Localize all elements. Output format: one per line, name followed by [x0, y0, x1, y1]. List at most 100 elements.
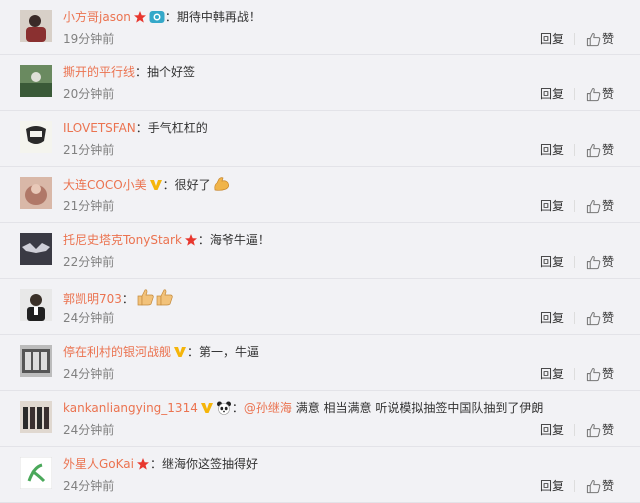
action-divider [574, 144, 575, 156]
comment-timestamp: 24分钟前 [63, 423, 115, 437]
avatar[interactable] [20, 289, 52, 321]
comment-item: 托尼史塔克TonyStark ：海爷牛逼！ 22分钟前 回复 赞 [0, 223, 640, 279]
avatar[interactable] [20, 233, 52, 265]
reply-button[interactable]: 回复 [540, 31, 564, 47]
like-label: 赞 [602, 87, 615, 101]
comment-line: 大连COCO小美 ：很好了 [63, 176, 231, 196]
reply-button[interactable]: 回复 [540, 310, 564, 326]
like-label: 赞 [602, 311, 615, 325]
reply-button[interactable]: 回复 [540, 254, 564, 270]
like-button[interactable]: 赞 [586, 141, 614, 161]
reply-button[interactable]: 回复 [540, 198, 564, 214]
red-star-badge-icon [184, 233, 198, 251]
thumbs-up-emoji-icon [136, 288, 176, 310]
comment-timestamp: 24分钟前 [63, 367, 115, 381]
username-link[interactable]: 外星人GoKai [63, 457, 134, 471]
username-link[interactable]: 撕开的平行线 [63, 65, 135, 79]
comment-timestamp: 24分钟前 [63, 479, 115, 493]
avatar[interactable] [20, 177, 52, 209]
like-button[interactable]: 赞 [586, 365, 614, 385]
comment-text-continued: 满意 相当满意 听说模拟抽签中国队抽到了伊朗 [291, 401, 544, 415]
thumbs-up-icon [586, 311, 601, 329]
username-link[interactable]: 小方哥jason [63, 10, 131, 24]
gold-v-badge-icon [149, 178, 163, 196]
like-button[interactable]: 赞 [586, 477, 614, 497]
avatar[interactable] [20, 10, 52, 42]
thumbs-up-icon [586, 32, 601, 50]
reply-button[interactable]: 回复 [540, 478, 564, 494]
comment-item: 外星人GoKai ：继海你这签抽得好 24分钟前 回复 赞 [0, 447, 640, 503]
comment-item: 大连COCO小美 ：很好了 21分钟前 回复 赞 [0, 167, 640, 223]
like-label: 赞 [602, 479, 615, 493]
username-link[interactable]: ILOVETSFAN [63, 121, 136, 135]
username-link[interactable]: 郭凯明703 [63, 292, 122, 306]
comment-text: ： [121, 292, 134, 306]
comment-timestamp: 22分钟前 [63, 255, 115, 269]
avatar[interactable] [20, 457, 52, 489]
username-link[interactable]: 大连COCO小美 [63, 178, 147, 192]
comment-timestamp: 19分钟前 [63, 32, 115, 46]
like-button[interactable]: 赞 [586, 85, 614, 105]
comment-text: ：很好了 [162, 178, 211, 192]
like-label: 赞 [602, 199, 615, 213]
thumbs-up-icon [586, 423, 601, 441]
comment-line: ILOVETSFAN：手气杠杠的 [63, 120, 208, 136]
action-divider [574, 368, 575, 380]
avatar[interactable] [20, 401, 52, 433]
like-label: 赞 [602, 255, 615, 269]
action-divider [574, 88, 575, 100]
action-divider [574, 256, 575, 268]
red-star-badge-icon [136, 457, 150, 475]
comment-text: ： [231, 401, 244, 415]
gold-v-badge-icon [200, 401, 214, 419]
username-link[interactable]: kankanliangying_1314 [63, 401, 198, 415]
action-divider [574, 200, 575, 212]
comment-text: ：期待中韩再战！ [164, 10, 261, 24]
comment-line: 小方哥jason ：期待中韩再战！ [63, 9, 261, 28]
avatar[interactable] [20, 121, 52, 153]
thumbs-up-icon [586, 479, 601, 497]
muscle-emoji-icon [213, 176, 231, 196]
like-label: 赞 [602, 367, 615, 381]
thumbs-up-icon [586, 87, 601, 105]
comment-line: 撕开的平行线：抽个好签 [63, 64, 195, 80]
comment-text: ：抽个好签 [135, 65, 196, 79]
comment-line: 停在利村的银河战舰 ：第一，牛逼 [63, 344, 259, 363]
like-button[interactable]: 赞 [586, 253, 614, 273]
username-link[interactable]: 停在利村的银河战舰 [63, 345, 171, 359]
reply-button[interactable]: 回复 [540, 422, 564, 438]
reply-button[interactable]: 回复 [540, 366, 564, 382]
comment-item: 小方哥jason ：期待中韩再战！ 19分钟前 回复 赞 [0, 0, 640, 55]
panda-badge-icon [216, 401, 232, 419]
comment-item: kankanliangying_1314 ：@孙继海 满意 相当满意 听说模拟抽签… [0, 391, 640, 447]
thumbs-up-icon [586, 367, 601, 385]
like-button[interactable]: 赞 [586, 309, 614, 329]
comment-text: ：手气杠杠的 [135, 121, 208, 135]
mention-link[interactable]: @孙继海 [244, 401, 292, 415]
like-button[interactable]: 赞 [586, 421, 614, 441]
avatar[interactable] [20, 65, 52, 97]
like-button[interactable]: 赞 [586, 30, 614, 50]
thumbs-up-icon [586, 143, 601, 161]
thumbs-up-icon [586, 199, 601, 217]
comment-line: 郭凯明703： [63, 288, 176, 310]
avatar[interactable] [20, 345, 52, 377]
like-label: 赞 [602, 423, 615, 437]
action-divider [574, 312, 575, 324]
comment-item: 撕开的平行线：抽个好签 20分钟前 回复 赞 [0, 55, 640, 111]
action-divider [574, 424, 575, 436]
camera-badge-icon [149, 10, 165, 28]
comment-timestamp: 20分钟前 [63, 87, 115, 101]
like-label: 赞 [602, 143, 615, 157]
like-button[interactable]: 赞 [586, 197, 614, 217]
comment-text: ：海爷牛逼！ [197, 233, 270, 247]
comment-item: 停在利村的银河战舰 ：第一，牛逼 24分钟前 回复 赞 [0, 335, 640, 391]
username-link[interactable]: 托尼史塔克TonyStark [63, 233, 182, 247]
reply-button[interactable]: 回复 [540, 142, 564, 158]
reply-button[interactable]: 回复 [540, 86, 564, 102]
action-divider [574, 480, 575, 492]
comment-line: kankanliangying_1314 ：@孙继海 满意 相当满意 听说模拟抽签… [63, 400, 543, 419]
like-label: 赞 [602, 32, 615, 46]
action-divider [574, 33, 575, 45]
gold-v-badge-icon [173, 345, 187, 363]
